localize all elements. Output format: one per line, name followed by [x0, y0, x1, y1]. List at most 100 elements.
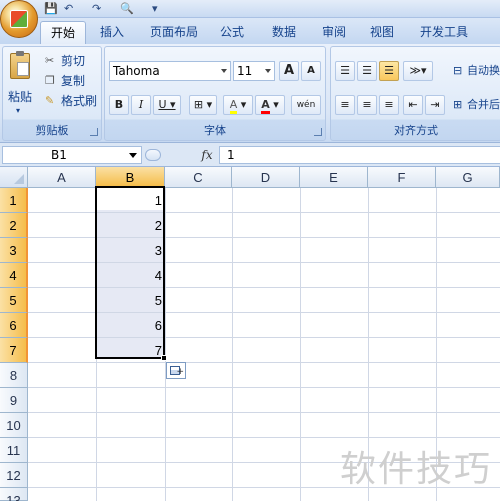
decrease-indent-icon: ⇤	[408, 98, 418, 111]
insert-function-button[interactable]: fx	[196, 146, 218, 164]
merge-icon: ⊞	[453, 98, 463, 111]
font-launcher-icon[interactable]	[314, 128, 322, 136]
increase-indent-button[interactable]: ⇥	[425, 95, 445, 115]
formula-bar-resize-handle[interactable]	[145, 149, 161, 161]
shrink-font-button[interactable]: A	[301, 61, 321, 81]
column-header-d[interactable]: D	[232, 167, 300, 188]
bold-icon: B	[114, 98, 124, 111]
clipboard-launcher-icon[interactable]	[90, 128, 98, 136]
merge-center-button[interactable]: 合并后	[467, 97, 500, 113]
name-box-value: B1	[51, 148, 67, 162]
row-header-13[interactable]: 13	[0, 488, 28, 501]
align-center-icon: ≡	[362, 98, 372, 111]
align-center-button[interactable]: ≡	[357, 95, 377, 115]
column-header-b[interactable]: B	[96, 167, 165, 188]
font-group-label: 字体	[204, 124, 226, 137]
auto-fill-options-button[interactable]: +	[166, 362, 186, 379]
save-icon[interactable]: 💾	[44, 2, 58, 16]
row-header-10[interactable]: 10	[0, 413, 28, 438]
print-preview-icon[interactable]: 🔍	[120, 2, 134, 16]
italic-icon: I	[138, 98, 144, 111]
orientation-button[interactable]: ≫▾	[403, 61, 433, 81]
font-size-value: 11	[237, 64, 253, 78]
row-header-12[interactable]: 12	[0, 463, 28, 488]
tab-view[interactable]: 视图	[364, 21, 400, 44]
wrap-text-button[interactable]: 自动换	[467, 63, 500, 79]
tab-developer[interactable]: 开发工具	[414, 21, 474, 44]
font-size-select[interactable]: 11	[233, 61, 275, 81]
row-header-3[interactable]: 3	[0, 238, 28, 263]
undo-icon[interactable]: ↶	[64, 2, 73, 16]
chevron-down-icon	[265, 69, 271, 73]
row-header-7[interactable]: 7	[0, 338, 28, 363]
gridline	[28, 412, 500, 413]
row-header-5[interactable]: 5	[0, 288, 28, 313]
name-box[interactable]: B1	[2, 146, 142, 164]
bold-button[interactable]: B	[109, 95, 129, 115]
tab-home[interactable]: 开始	[40, 21, 86, 44]
column-header-c[interactable]: C	[165, 167, 232, 188]
align-left-button[interactable]: ≡	[335, 95, 355, 115]
tab-review[interactable]: 审阅	[316, 21, 352, 44]
formula-bar: B1 fx 1	[0, 143, 500, 167]
phonetic-icon: wén	[296, 100, 316, 110]
align-middle-icon: ☰	[362, 64, 372, 77]
font-family-select[interactable]: Tahoma	[109, 61, 231, 81]
underline-button[interactable]: U ▾	[153, 95, 181, 115]
office-button[interactable]	[0, 0, 38, 38]
tab-data[interactable]: 数据	[266, 21, 302, 44]
column-header-f[interactable]: F	[368, 167, 436, 188]
select-all-button[interactable]	[0, 167, 28, 188]
border-button[interactable]: ⊞ ▾	[189, 95, 217, 115]
format-painter-icon: ✎	[45, 94, 55, 107]
tab-insert[interactable]: 插入	[94, 21, 130, 44]
row-header-2[interactable]: 2	[0, 213, 28, 238]
plus-icon: +	[176, 367, 184, 377]
formula-input[interactable]: 1	[219, 146, 500, 164]
row-header-6[interactable]: 6	[0, 313, 28, 338]
column-header-g[interactable]: G	[436, 167, 500, 188]
paste-dropdown-icon[interactable]: ▾	[16, 103, 20, 119]
border-icon: ⊞	[193, 98, 204, 111]
row-header-9[interactable]: 9	[0, 388, 28, 413]
customize-qat-icon[interactable]: ▾	[152, 2, 158, 16]
column-header-e[interactable]: E	[300, 167, 368, 188]
gridline	[232, 188, 233, 501]
tab-page-layout[interactable]: 页面布局	[144, 21, 204, 44]
ribbon-tabs: 开始 插入 页面布局 公式 数据 审阅 视图 开发工具	[0, 18, 500, 44]
clipboard-icon	[10, 51, 30, 79]
align-top-button[interactable]: ☰	[335, 61, 355, 81]
copy-button[interactable]: 复制	[61, 73, 85, 89]
column-header-a[interactable]: A	[28, 167, 96, 188]
grow-font-button[interactable]: A	[279, 61, 299, 81]
row-header-8[interactable]: 8	[0, 363, 28, 388]
italic-button[interactable]: I	[131, 95, 151, 115]
redo-icon[interactable]: ↷	[92, 2, 101, 16]
grow-font-icon: A	[283, 63, 295, 78]
selection-border	[95, 186, 165, 359]
decrease-indent-button[interactable]: ⇤	[403, 95, 423, 115]
watermark: 软件技巧	[339, 449, 492, 490]
align-right-button[interactable]: ≡	[379, 95, 399, 115]
copy-icon: ❐	[45, 74, 55, 87]
paste-button[interactable]: 粘贴 ▾	[6, 51, 36, 115]
tab-formulas[interactable]: 公式	[214, 21, 250, 44]
gridline	[28, 437, 500, 438]
align-bottom-button[interactable]: ☰	[379, 61, 399, 81]
format-painter-button[interactable]: 格式刷	[61, 93, 97, 109]
fill-color-button[interactable]: A ▾	[223, 95, 253, 115]
font-color-button[interactable]: A ▾	[255, 95, 285, 115]
underline-icon: U	[158, 98, 167, 111]
title-bar: 💾 ↶ ↷ 🔍 ▾	[0, 0, 500, 18]
row-header-4[interactable]: 4	[0, 263, 28, 288]
fill-handle[interactable]	[161, 355, 167, 361]
phonetic-button[interactable]: wén	[291, 95, 321, 115]
align-bottom-icon: ☰	[384, 64, 394, 77]
align-right-icon: ≡	[384, 98, 394, 111]
align-middle-button[interactable]: ☰	[357, 61, 377, 81]
cut-button[interactable]: 剪切	[61, 53, 85, 69]
shrink-font-icon: A	[307, 65, 315, 76]
clipboard-group: 粘贴 ▾ ✂ 剪切 ❐ 复制 ✎ 格式刷 剪贴板	[2, 46, 102, 141]
row-header-1[interactable]: 1	[0, 188, 28, 213]
row-header-11[interactable]: 11	[0, 438, 28, 463]
